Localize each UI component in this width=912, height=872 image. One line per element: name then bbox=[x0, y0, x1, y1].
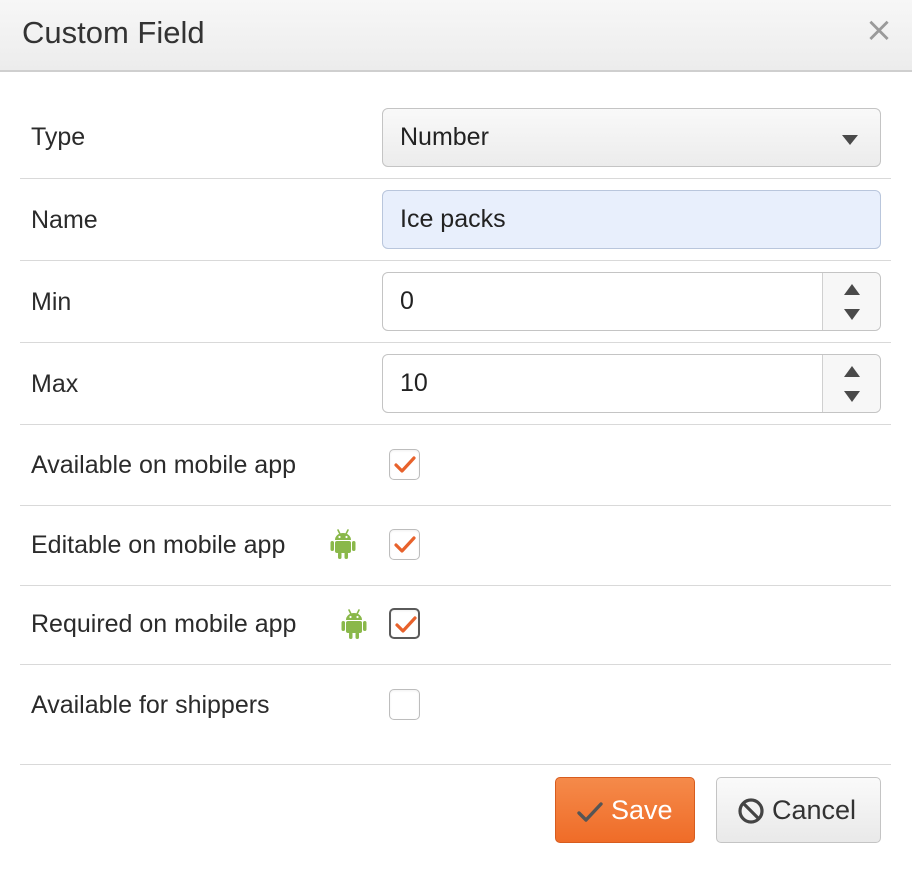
type-label: Type bbox=[31, 123, 86, 151]
min-spinner bbox=[822, 273, 880, 330]
android-icon bbox=[330, 529, 356, 559]
required-mobile-row: Required on mobile app bbox=[20, 586, 891, 665]
dialog-header: Custom Field × bbox=[0, 0, 912, 72]
editable-mobile-label: Editable on mobile app bbox=[31, 531, 286, 559]
required-mobile-label: Required on mobile app bbox=[31, 610, 297, 638]
name-input-value: Ice packs bbox=[400, 205, 506, 233]
available-shippers-checkbox[interactable] bbox=[389, 689, 420, 720]
max-row: Max 10 bbox=[20, 343, 891, 425]
cancel-button[interactable]: Cancel bbox=[716, 777, 881, 843]
max-label: Max bbox=[31, 370, 79, 398]
available-mobile-checkbox[interactable] bbox=[389, 449, 420, 480]
available-shippers-row: Available for shippers bbox=[20, 665, 891, 755]
save-button-label: Save bbox=[611, 795, 673, 825]
spin-down-icon[interactable] bbox=[844, 391, 860, 402]
editable-mobile-checkbox[interactable] bbox=[389, 529, 420, 560]
checkmark-icon bbox=[577, 802, 603, 822]
name-label: Name bbox=[31, 206, 98, 234]
checkmark-icon bbox=[394, 456, 416, 473]
available-mobile-label: Available on mobile app bbox=[31, 451, 297, 479]
save-button[interactable]: Save bbox=[555, 777, 695, 843]
dialog-title: Custom Field bbox=[22, 15, 205, 50]
name-input[interactable]: Ice packs bbox=[382, 190, 881, 249]
min-label: Min bbox=[31, 288, 72, 316]
type-select-value: Number bbox=[400, 123, 489, 151]
checkmark-icon bbox=[395, 616, 417, 633]
max-input-value: 10 bbox=[400, 369, 428, 397]
max-spinner bbox=[822, 355, 880, 412]
footer-divider bbox=[20, 764, 891, 765]
spin-up-icon[interactable] bbox=[844, 366, 860, 377]
spin-down-icon[interactable] bbox=[844, 309, 860, 320]
type-select[interactable]: Number bbox=[382, 108, 881, 167]
name-row: Name Ice packs bbox=[20, 179, 891, 261]
checkmark-icon bbox=[394, 536, 416, 553]
min-row: Min 0 bbox=[20, 261, 891, 343]
cancel-button-label: Cancel bbox=[772, 795, 857, 825]
type-row: Type Number bbox=[20, 97, 891, 179]
min-input-value: 0 bbox=[400, 287, 414, 315]
available-shippers-label: Available for shippers bbox=[31, 691, 270, 719]
min-number-input[interactable]: 0 bbox=[382, 272, 881, 331]
editable-mobile-row: Editable on mobile app bbox=[20, 506, 891, 586]
required-mobile-checkbox[interactable] bbox=[389, 608, 420, 639]
spin-up-icon[interactable] bbox=[844, 284, 860, 295]
close-icon[interactable]: × bbox=[864, 12, 894, 48]
available-mobile-row: Available on mobile app bbox=[20, 425, 891, 506]
max-number-input[interactable]: 10 bbox=[382, 354, 881, 413]
chevron-down-icon bbox=[842, 135, 858, 145]
ban-icon bbox=[738, 798, 764, 824]
android-icon bbox=[341, 609, 367, 639]
